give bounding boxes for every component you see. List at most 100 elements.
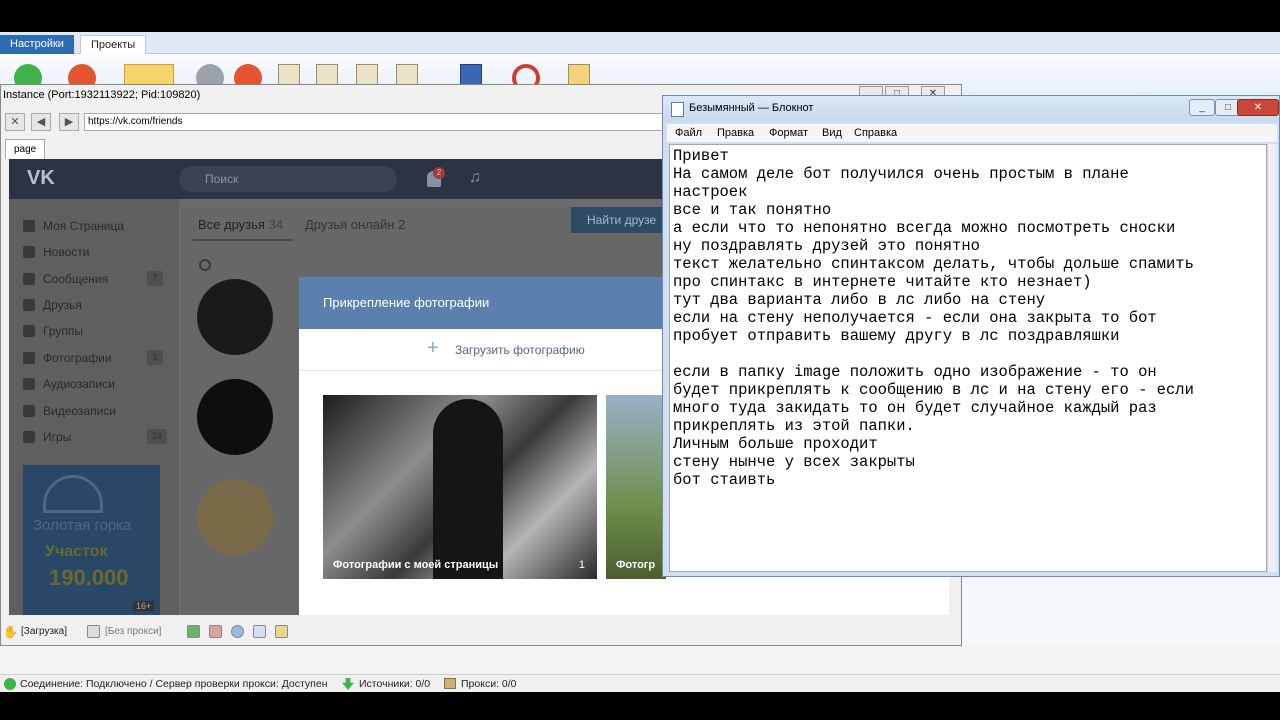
loading-status: [Загрузка] xyxy=(21,626,67,637)
menu-format[interactable]: Формат xyxy=(769,127,808,139)
album-cover-image xyxy=(433,399,503,579)
tab-all-friends[interactable]: Все друзья 34 xyxy=(198,217,283,232)
vk-logo[interactable]: VK xyxy=(27,167,55,190)
instance-statusbar: ✋ [Загрузка] [Без прокси] xyxy=(1,621,961,643)
album-photos[interactable]: Фотогр xyxy=(606,395,666,579)
text-line: а если что то непонятно всегда можно пос… xyxy=(673,219,1176,237)
sidebar-item-news[interactable]: Новости xyxy=(23,245,89,259)
text-line: ну поздравлять друзей это понятно xyxy=(673,237,980,255)
text-line: тут два варианта либо в лс либо на стену xyxy=(673,291,1046,309)
ad-line2: 190.000 xyxy=(49,565,129,590)
vk-ad-banner[interactable]: Золотая горка Участок 190.000 16+ xyxy=(23,465,160,615)
url-input[interactable]: https://vk.com/friends xyxy=(84,113,664,131)
groups-icon xyxy=(23,325,35,337)
sidebar-item-friends[interactable]: Друзья xyxy=(23,298,82,312)
proxy-icon xyxy=(444,678,456,689)
compass-icon[interactable] xyxy=(231,625,244,638)
upload-photo-label: Загрузить фотографию xyxy=(455,343,585,357)
plus-icon: + xyxy=(427,337,439,359)
text-line: Привет xyxy=(673,147,729,165)
menu-help[interactable]: Справка xyxy=(854,127,897,139)
ribbon-tabs: Настройки Проекты xyxy=(0,32,1280,54)
text-line: все и так понятно xyxy=(673,201,832,219)
notepad-text-area[interactable]: Привет На самом деле бот получился очень… xyxy=(669,144,1267,572)
friends-icon xyxy=(23,299,35,311)
back-icon[interactable]: ◀ xyxy=(31,113,51,131)
music-icon[interactable]: ♫ xyxy=(469,169,481,187)
menu-view[interactable]: Вид xyxy=(822,127,842,139)
text-line: если в папку image положить одно изображ… xyxy=(673,363,1157,381)
app-statusbar: Соединение: Подключено / Сервер проверки… xyxy=(0,674,1280,692)
audio-icon xyxy=(23,378,35,390)
avatar[interactable] xyxy=(197,479,273,555)
sidebar-item-audio[interactable]: Аудиозаписи xyxy=(23,377,115,391)
sources-status: Источники: 0/0 xyxy=(359,678,431,690)
sidebar-item-photos[interactable]: Фотографии xyxy=(23,351,112,365)
connection-status: Соединение: Подключено / Сервер проверки… xyxy=(20,678,328,690)
news-icon xyxy=(23,246,35,258)
notepad-menubar: Файл Правка Формат Вид Справка xyxy=(667,124,1277,142)
text-line: прикреплять из этой папки. xyxy=(673,417,915,435)
menu-file[interactable]: Файл xyxy=(675,127,702,139)
notification-badge: 2 xyxy=(433,167,445,179)
tab-settings[interactable]: Настройки xyxy=(0,35,74,54)
modal-title: Прикрепление фотографии xyxy=(323,295,490,310)
notepad-icon xyxy=(671,102,684,117)
close-button[interactable]: ✕ xyxy=(1237,99,1279,116)
text-line: пробует отправить вашему другу в лс позд… xyxy=(673,327,1120,345)
text-line: На самом деле бот получился очень просты… xyxy=(673,165,1129,183)
sidebar-item-messages[interactable]: Сообщения xyxy=(23,272,108,286)
messages-icon xyxy=(23,273,35,285)
text-line: про спинтакс в интернете читайте кто нез… xyxy=(673,273,1092,291)
ad-line1: Участок xyxy=(45,543,108,560)
album-my-page-photos[interactable]: Фотографии с моей страницы 1 xyxy=(323,395,597,579)
text-line: будет прикреплять к сообщению в лс и на … xyxy=(673,381,1194,399)
sidebar-item-video[interactable]: Видеозаписи xyxy=(23,404,116,418)
edit-icon[interactable] xyxy=(275,625,288,638)
ad-age-label: 16+ xyxy=(133,601,155,611)
notepad-scrollbar[interactable] xyxy=(1267,144,1277,572)
windows-icon[interactable] xyxy=(253,625,266,638)
vk-search-input[interactable]: Поиск xyxy=(179,166,397,192)
avatar[interactable] xyxy=(197,379,273,455)
text-line: если на стену неполучается - если она за… xyxy=(673,309,1157,327)
connection-icon xyxy=(4,678,16,690)
sidebar-item-my-page[interactable]: Моя Страница xyxy=(23,219,124,233)
games-icon xyxy=(23,431,35,443)
tab-page[interactable]: page xyxy=(5,139,46,159)
forward-icon[interactable]: ▶ xyxy=(59,113,79,131)
minimize-button[interactable]: _ xyxy=(1189,99,1215,116)
menu-edit[interactable]: Правка xyxy=(717,127,754,139)
proxies-status: Прокси: 0/0 xyxy=(461,678,517,690)
sidebar-item-groups[interactable]: Группы xyxy=(23,324,83,338)
grid-icon[interactable] xyxy=(209,625,222,638)
proxy-status: [Без прокси] xyxy=(105,626,162,637)
text-line: много туда закидать то он будет случайно… xyxy=(673,399,1157,417)
avatar[interactable] xyxy=(197,279,273,355)
text-line: бот стаивть xyxy=(673,471,776,489)
house-icon xyxy=(43,475,103,513)
search-placeholder: Поиск xyxy=(205,172,239,186)
video-icon xyxy=(23,405,35,417)
tab-friends-online[interactable]: Друзья онлайн 2 xyxy=(305,217,405,232)
notepad-title: Безымянный — Блокнот xyxy=(689,102,814,114)
instance-title: Instance (Port:1932113922; Pid:109820) xyxy=(3,89,201,101)
stop-nav-icon[interactable]: ✕ xyxy=(5,113,25,131)
search-icon[interactable] xyxy=(199,259,211,271)
text-line: настроек xyxy=(673,183,748,201)
proxy-icon xyxy=(87,625,100,638)
notepad-window: Безымянный — Блокнот _ □ ✕ Файл Правка Ф… xyxy=(662,95,1280,577)
notepad-titlebar: Безымянный — Блокнот _ □ ✕ xyxy=(663,96,1279,122)
text-line: Личным больше проходит xyxy=(673,435,878,453)
hand-icon: ✋ xyxy=(3,625,18,639)
download-icon xyxy=(342,678,354,690)
album-caption: Фотогр xyxy=(616,559,656,571)
album-count: 1 xyxy=(578,559,585,571)
sidebar-item-games[interactable]: Игры xyxy=(23,430,71,444)
home-icon xyxy=(23,220,35,232)
games-badge: 24 xyxy=(147,429,167,444)
download-icon[interactable] xyxy=(187,625,200,638)
text-line: текст желательно спинтаксом делать, чтоб… xyxy=(673,255,1194,273)
tab-projects[interactable]: Проекты xyxy=(80,35,147,54)
album-caption: Фотографии с моей страницы xyxy=(333,559,499,571)
